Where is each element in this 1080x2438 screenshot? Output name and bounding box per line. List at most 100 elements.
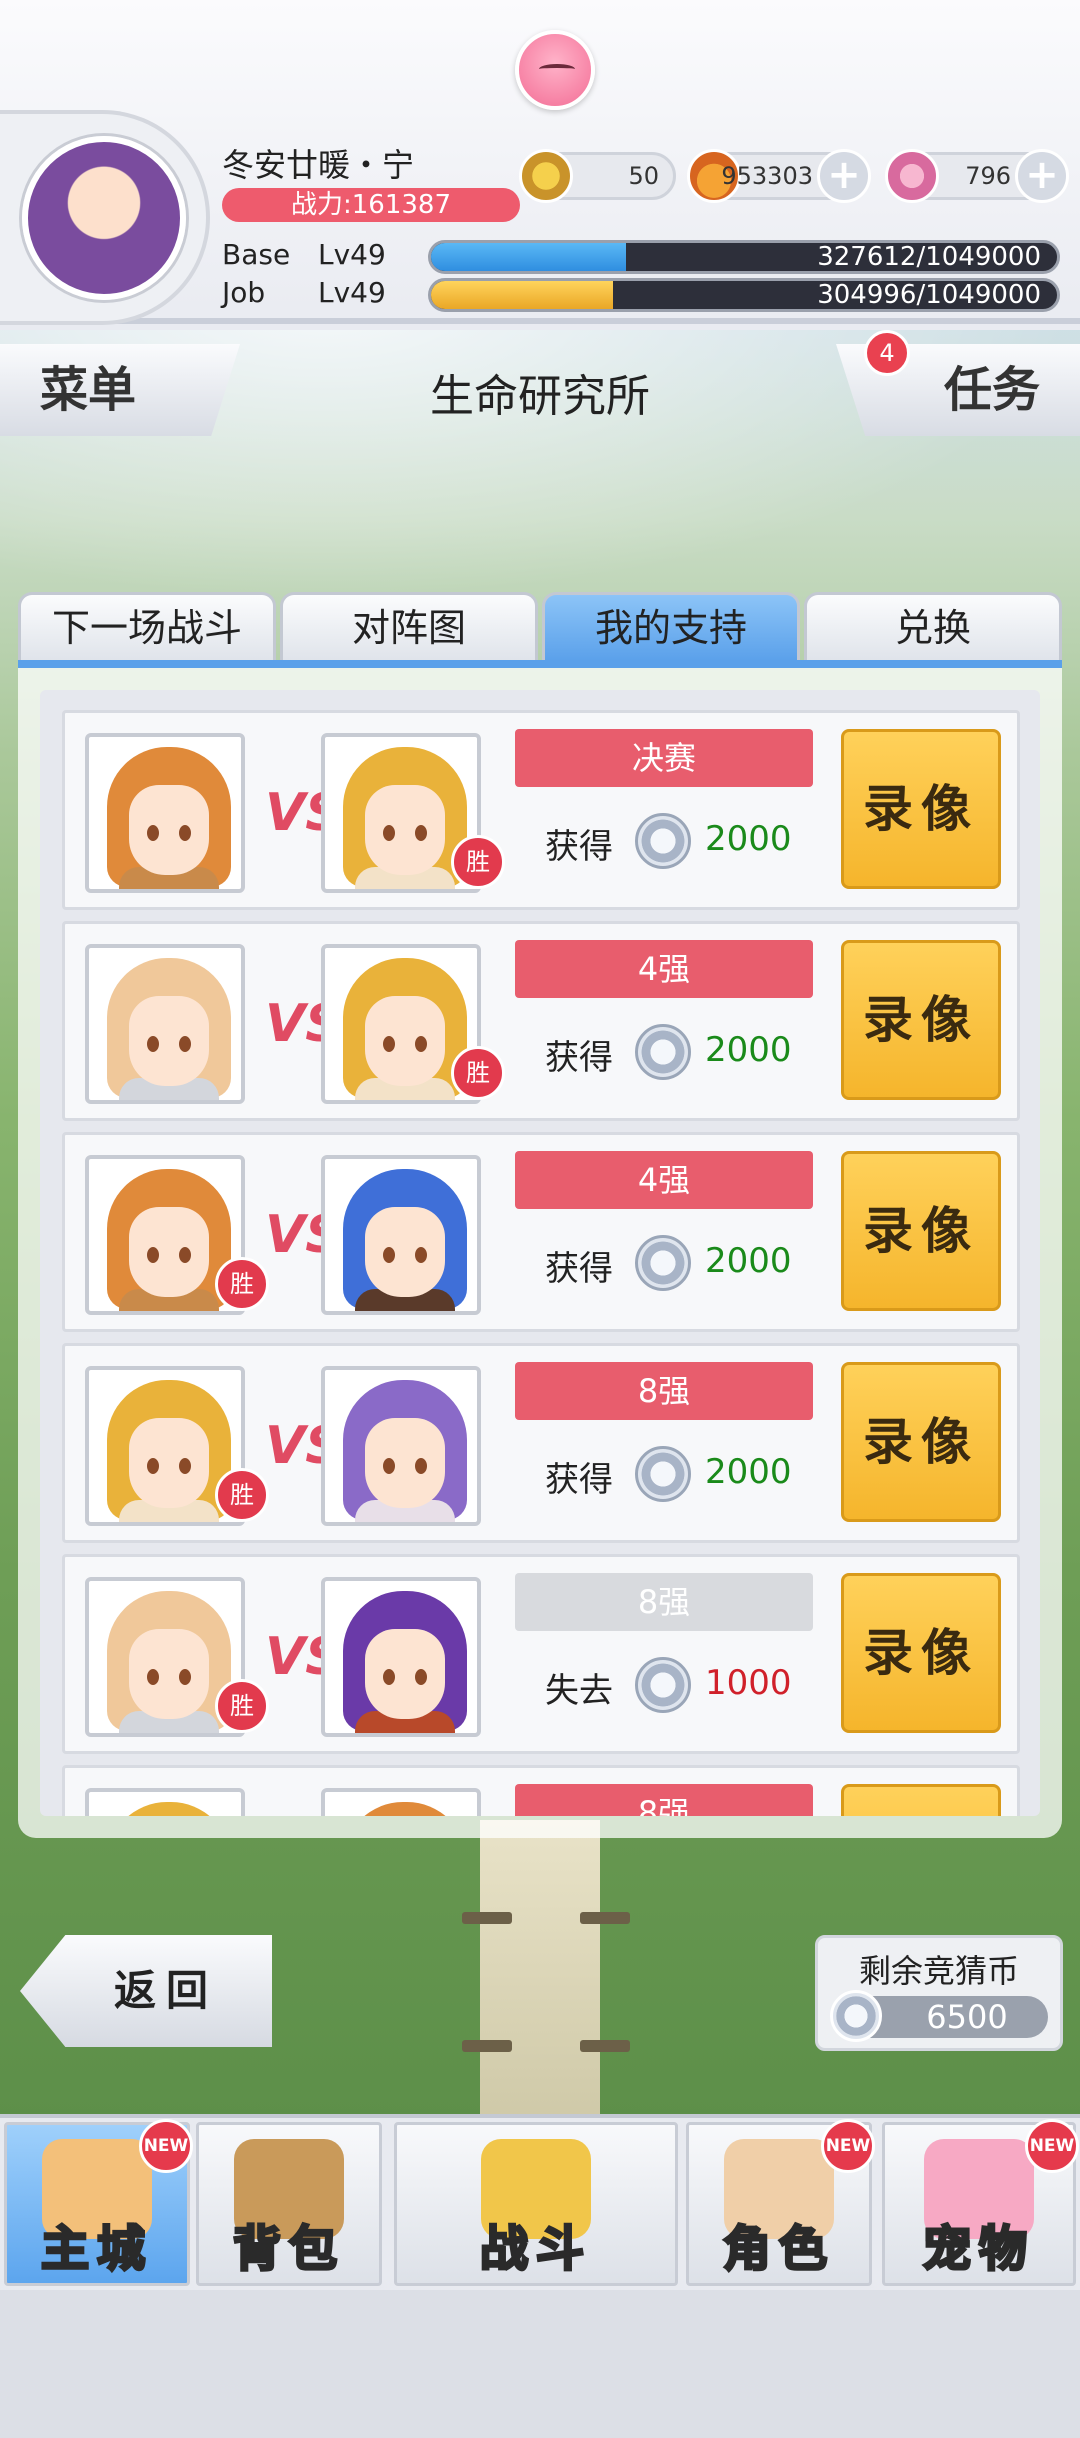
hero-portrait[interactable] — [321, 1366, 481, 1526]
add-gold-button[interactable]: + — [817, 149, 871, 203]
hero-eye — [415, 1669, 427, 1685]
pink-gem-icon — [885, 149, 939, 203]
replay-button[interactable]: 录像 — [841, 729, 1001, 889]
currency-gold: 953303 + — [687, 149, 871, 203]
nav-pet[interactable]: 宠物 NEW — [882, 2119, 1079, 2286]
replay-button[interactable]: 录像 — [841, 1151, 1001, 1311]
base-level: Lv49 — [318, 238, 386, 271]
currency-gold-value: 953303 — [721, 162, 813, 190]
winner-badge: 胜 — [215, 1468, 269, 1522]
poring-mascot-icon[interactable] — [515, 30, 595, 110]
reward-amount: 1000 — [705, 1663, 792, 1703]
hero-eye — [383, 1247, 395, 1263]
replay-button[interactable]: 录像 — [841, 1362, 1001, 1522]
remaining-coins-value: 6500 — [926, 1998, 1008, 2036]
bottom-safe-area — [0, 2290, 1080, 2438]
match-row: VS 胜 8强 获得 2000 录像 — [62, 1343, 1020, 1543]
base-exp-bar: 327612/1049000 — [428, 240, 1060, 274]
hero-portrait[interactable] — [321, 1577, 481, 1737]
avatar-frame[interactable] — [0, 110, 210, 325]
match-row: VS8强录像 — [62, 1765, 1020, 1816]
replay-button[interactable]: 录像 — [841, 1784, 1001, 1816]
stage-label: 8强 — [515, 1784, 813, 1816]
scene-fence — [580, 2040, 630, 2052]
back-button[interactable]: 返回 — [20, 1935, 272, 2047]
currency-gem-value: 796 — [965, 162, 1011, 190]
silver-coin-icon — [635, 1657, 691, 1713]
hero-portrait[interactable] — [85, 1788, 245, 1816]
job-level: Lv49 — [318, 276, 386, 309]
zeny-coin-icon — [519, 149, 573, 203]
match-list[interactable]: VS 胜决赛 获得 2000 录像 VS 胜 4强 获得 2000 录像 VS 胜 4强 获得 2000 录像 V… — [40, 690, 1040, 1816]
scene-fence — [580, 1912, 630, 1924]
bottom-nav: 主城 NEW 背包 战斗 角色 NEW 宠物 NEW — [0, 2114, 1080, 2290]
silver-coin-icon — [830, 1990, 882, 2042]
add-gem-button[interactable]: + — [1015, 149, 1069, 203]
hero-face — [129, 996, 209, 1086]
stage-label: 8强 — [515, 1573, 813, 1631]
hero-face — [365, 1418, 445, 1508]
nav-castle[interactable]: 主城 NEW — [4, 2119, 193, 2286]
hero-portrait[interactable] — [321, 1788, 481, 1816]
nav-label: 主城 — [39, 2220, 153, 2279]
tab-next-battle[interactable]: 下一场战斗 — [18, 592, 276, 662]
hero-hair — [343, 1802, 467, 1816]
task-count-badge: 4 — [864, 330, 910, 376]
hero-eye — [415, 1036, 427, 1052]
base-level-row: Base Lv49 — [222, 238, 386, 271]
job-exp-fill — [431, 281, 613, 309]
tab-bracket[interactable]: 对阵图 — [280, 592, 538, 662]
reward-label: 获得 — [545, 827, 613, 867]
hero-eye — [179, 1247, 191, 1263]
job-exp-bar: 304996/1049000 — [428, 278, 1060, 312]
new-badge: NEW — [821, 2119, 875, 2173]
nav-label: 宠物 — [921, 2220, 1035, 2279]
nav-label: 战斗 — [478, 2220, 592, 2279]
nav-character[interactable]: 角色 NEW — [686, 2119, 875, 2286]
remaining-coins-bar: 6500 — [830, 1990, 1048, 2042]
job-level-row: Job Lv49 — [222, 276, 386, 309]
menu-button[interactable]: 菜单 — [0, 344, 240, 436]
reward-amount: 2000 — [705, 1452, 792, 1492]
hero-face — [365, 1629, 445, 1719]
tab-underline — [18, 660, 1062, 668]
hero-eye — [147, 1458, 159, 1474]
reward-label: 获得 — [545, 1460, 613, 1500]
hero-portrait[interactable] — [85, 733, 245, 893]
nav-crossed-swords[interactable]: 战斗 — [394, 2122, 678, 2286]
nav-backpack[interactable]: 背包 — [196, 2122, 382, 2286]
scene-road — [480, 1820, 600, 2120]
player-avatar[interactable] — [22, 136, 186, 300]
reward-amount: 2000 — [705, 1241, 792, 1281]
support-panel: VS 胜决赛 获得 2000 录像 VS 胜 4强 获得 2000 录像 VS 胜 4强 获得 2000 录像 V… — [18, 668, 1062, 1838]
winner-badge: 胜 — [451, 835, 505, 889]
currency-zeny-value: 50 — [628, 162, 659, 190]
silver-coin-icon — [635, 1235, 691, 1291]
tab-my-support[interactable]: 我的支持 — [542, 592, 800, 662]
hero-eye — [179, 1458, 191, 1474]
hero-eye — [147, 1669, 159, 1685]
tab-exchange[interactable]: 兑换 — [804, 592, 1062, 662]
hero-eye — [383, 1458, 395, 1474]
stage-label: 4强 — [515, 1151, 813, 1209]
reward-amount: 2000 — [705, 819, 792, 859]
reward-amount: 2000 — [705, 1030, 792, 1070]
player-name: 冬安廿暖・宁 — [222, 146, 415, 184]
nav-label: 角色 — [721, 2220, 835, 2279]
job-label: Job — [222, 276, 266, 309]
hero-eye — [147, 1247, 159, 1263]
hero-face — [129, 785, 209, 875]
base-label: Base — [222, 238, 291, 271]
hero-eye — [415, 1458, 427, 1474]
hero-face — [129, 1418, 209, 1508]
replay-button[interactable]: 录像 — [841, 940, 1001, 1100]
job-exp-text: 304996/1049000 — [817, 280, 1041, 310]
hero-portrait[interactable] — [321, 1155, 481, 1315]
hero-eye — [415, 1247, 427, 1263]
currency-zeny: 50 — [519, 149, 676, 203]
nav-label: 背包 — [231, 2220, 345, 2279]
hero-eye — [179, 1669, 191, 1685]
hero-portrait[interactable] — [85, 944, 245, 1104]
reward-label: 获得 — [545, 1249, 613, 1289]
replay-button[interactable]: 录像 — [841, 1573, 1001, 1733]
